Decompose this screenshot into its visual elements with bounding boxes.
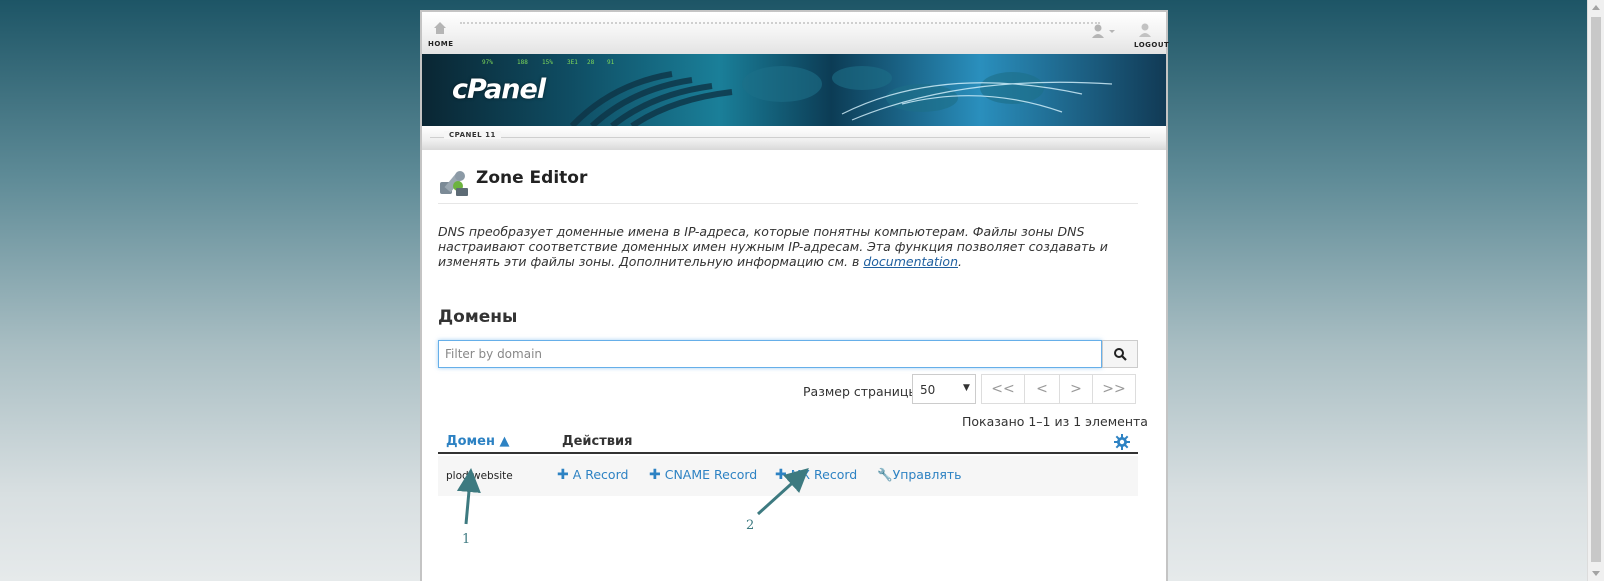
annotation-label-2: 2 xyxy=(746,518,755,533)
scroll-thumb[interactable] xyxy=(1591,17,1601,562)
annotation-arrows xyxy=(456,467,809,525)
cpanel-page: HOME LOGOUT 97% 188 15% 3E1 28 91 cPanel… xyxy=(420,10,1169,581)
annotation-arrow-1 xyxy=(456,468,481,525)
scroll-down-icon[interactable] xyxy=(1592,571,1600,576)
annotation-label-1: 1 xyxy=(462,532,471,547)
vertical-scrollbar[interactable] xyxy=(1587,0,1604,581)
scroll-up-icon[interactable] xyxy=(1592,5,1600,10)
annotation-arrow-2 xyxy=(756,467,809,516)
